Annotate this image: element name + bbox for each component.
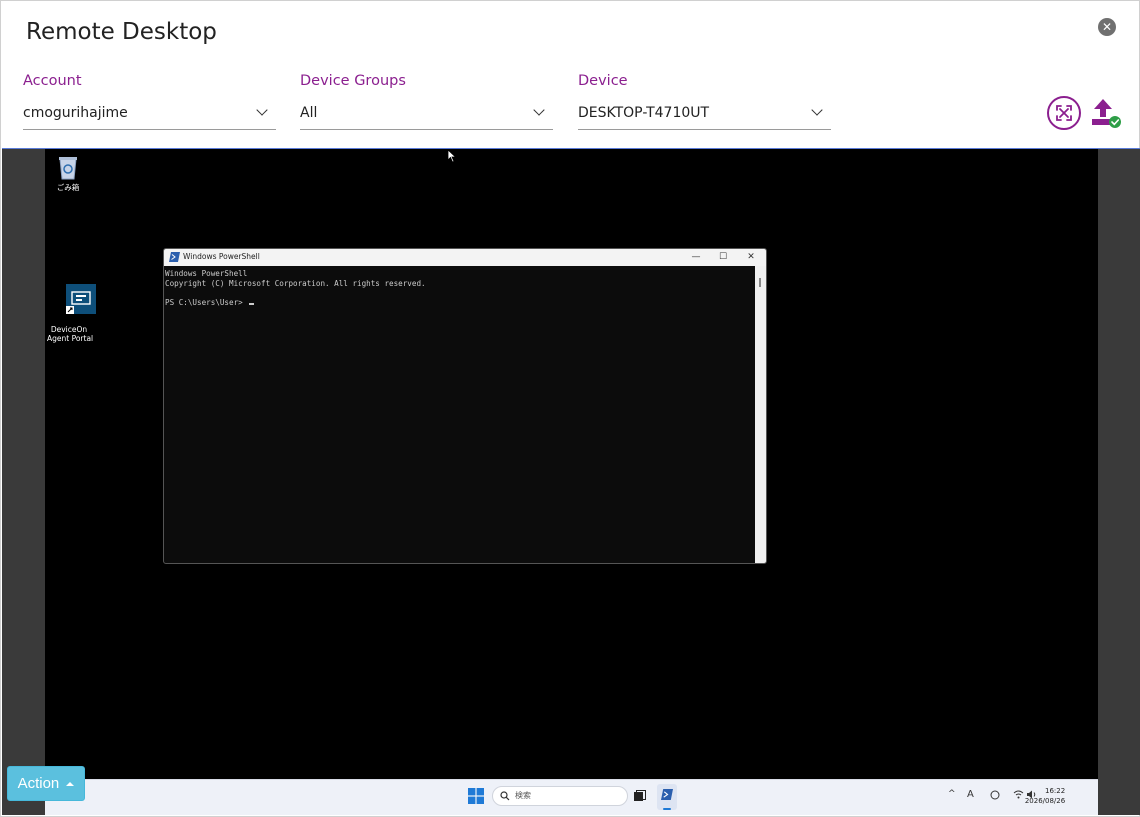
action-label: Action <box>17 775 60 792</box>
upload-file-icon <box>1092 99 1121 128</box>
powershell-scrollbar[interactable] <box>755 266 766 563</box>
fullscreen-icon <box>1056 105 1072 121</box>
account-label: Account <box>23 73 82 89</box>
clock-date: 2026/08/26 <box>1024 797 1066 805</box>
powershell-console[interactable]: Windows PowerShell Copyright (C) Microsof… <box>164 268 755 563</box>
ime-indicator[interactable]: A <box>967 789 974 800</box>
powershell-icon <box>169 252 180 262</box>
remote-desktop-screen[interactable]: ごみ箱 DeviceOn Agent Portal Windows PowerS… <box>45 149 1098 815</box>
sync-icon[interactable] <box>990 790 1000 800</box>
minimize-button[interactable]: — <box>684 250 708 265</box>
chevron-up-icon[interactable]: ^ <box>948 789 956 799</box>
remote-desktop-dialog: Remote Desktop ✕ Account cmogurihajime D… <box>0 0 1140 817</box>
powershell-icon <box>661 789 673 800</box>
fullscreen-button[interactable] <box>1047 96 1081 130</box>
taskbar-clock[interactable]: 16:22 2026/08/26 <box>1025 786 1066 806</box>
deviceon-agent-icon <box>66 284 97 314</box>
device-select[interactable]: DESKTOP-T4710UT <box>578 102 831 130</box>
desktop-icon-deviceon[interactable]: DeviceOn Agent Portal <box>47 275 97 361</box>
device-value: DESKTOP-T4710UT <box>578 105 710 121</box>
caret-up-icon <box>66 782 75 787</box>
upload-file-button[interactable] <box>1090 97 1122 129</box>
console-prompt: PS C:\Users\User> <box>165 298 248 308</box>
remote-viewer[interactable]: ごみ箱 DeviceOn Agent Portal Windows PowerS… <box>2 148 1140 815</box>
recycle-bin-icon <box>59 157 77 180</box>
dialog-title: Remote Desktop <box>26 19 217 45</box>
device-groups-label: Device Groups <box>300 73 406 89</box>
scrollbar-thumb[interactable] <box>759 278 761 287</box>
active-indicator <box>663 808 671 810</box>
taskbar-search[interactable]: 検索 <box>492 786 628 806</box>
desktop-icon-recycle-bin[interactable]: ごみ箱 <box>54 155 82 192</box>
recycle-bin-label: ごみ箱 <box>56 183 80 192</box>
powershell-window[interactable]: Windows PowerShell — ☐ ✕ Windows PowerSh… <box>163 248 767 564</box>
maximize-button[interactable]: ☐ <box>711 250 735 265</box>
mouse-cursor-icon <box>447 149 457 163</box>
console-line: Windows PowerShell <box>165 269 248 278</box>
device-label: Device <box>578 73 628 89</box>
chevron-down-icon <box>811 104 823 116</box>
text-caret <box>249 303 255 306</box>
device-groups-value: All <box>300 105 318 121</box>
device-field: Device DESKTOP-T4710UT <box>578 73 831 130</box>
console-prompt-line: PS C:\Users\User> <box>165 298 755 308</box>
deviceon-label: DeviceOn Agent Portal <box>47 325 94 343</box>
action-button[interactable]: Action <box>7 766 85 801</box>
search-icon <box>500 791 510 801</box>
search-placeholder: 検索 <box>515 791 531 800</box>
account-select[interactable]: cmogurihajime <box>23 102 276 130</box>
taskbar-powershell-app[interactable] <box>657 784 677 810</box>
window-close-button[interactable]: ✕ <box>739 250 763 265</box>
device-groups-select[interactable]: All <box>300 102 553 130</box>
clock-time: 16:22 <box>1045 787 1066 795</box>
console-line: Copyright (C) Microsoft Corporation. All… <box>165 278 426 288</box>
powershell-title: Windows PowerShell <box>183 252 260 261</box>
task-view-icon[interactable] <box>634 790 646 802</box>
chevron-down-icon <box>256 104 268 116</box>
chevron-down-icon <box>533 104 545 116</box>
windows-taskbar: 検索 ^ A 16:22 2026/08/26 <box>45 779 1098 815</box>
windows-start-icon[interactable] <box>468 788 484 804</box>
account-field: Account cmogurihajime <box>23 73 276 130</box>
device-groups-field: Device Groups All <box>300 73 553 130</box>
close-button[interactable]: ✕ <box>1098 18 1116 36</box>
account-value: cmogurihajime <box>23 105 128 121</box>
powershell-titlebar[interactable]: Windows PowerShell — ☐ ✕ <box>164 249 766 266</box>
